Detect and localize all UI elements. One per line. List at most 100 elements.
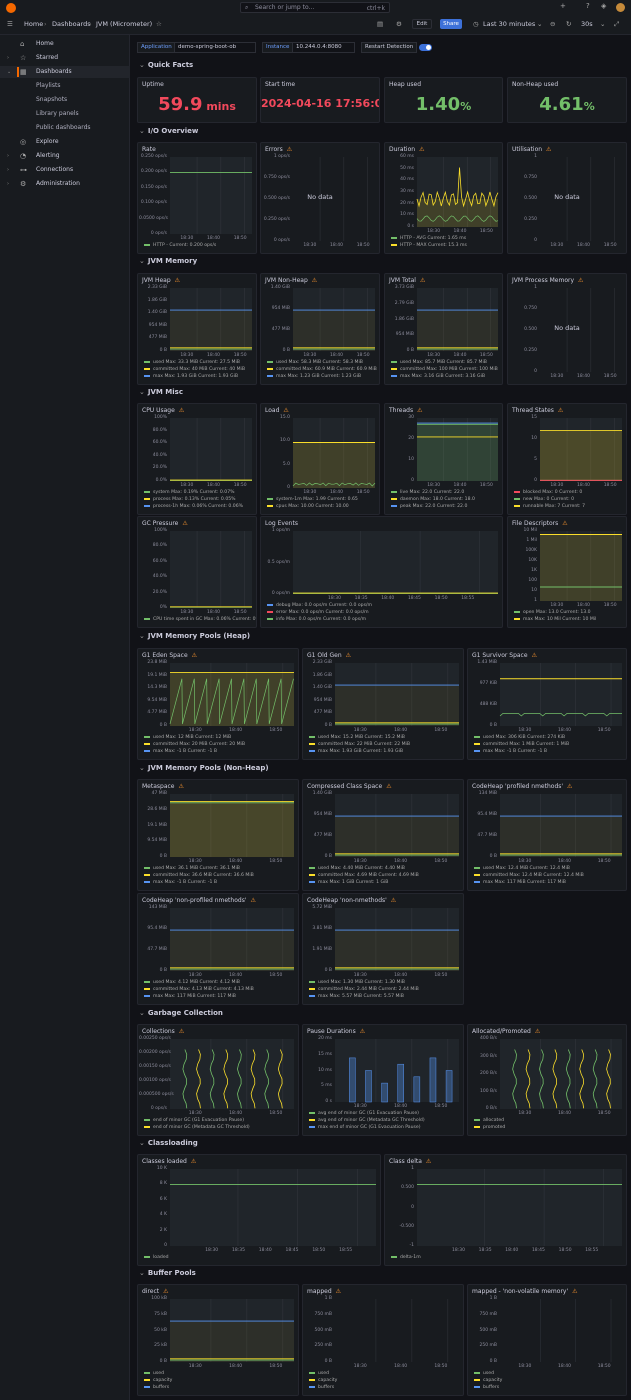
- sidebar-item-alerting[interactable]: › ◔ Alerting: [0, 150, 130, 162]
- time-range-picker[interactable]: Last 30 minutes: [483, 20, 535, 28]
- legend-item[interactable]: buffers: [309, 1385, 334, 1390]
- application-select[interactable]: demo-spring-boot-ob: [174, 42, 256, 53]
- legend-item[interactable]: max end of minor GC (G1 Evacuation Pause…: [309, 1125, 421, 1130]
- legend-item[interactable]: committed Max: 4.13 MiB Current: 4.13 Mi…: [144, 987, 254, 992]
- legend-item[interactable]: max Max: 117 MiB Current: 117 MiB: [474, 880, 566, 885]
- share-button[interactable]: Share: [440, 19, 462, 29]
- row-jvm-memory-pools-heap[interactable]: ⌄ JVM Memory Pools (Heap): [139, 632, 250, 640]
- restart-detection-toggle[interactable]: [419, 44, 432, 51]
- chevron-right-icon[interactable]: ›: [7, 178, 9, 190]
- refresh-icon[interactable]: ↻: [566, 20, 571, 28]
- legend-item[interactable]: committed Max: 12.4 MiB Current: 12.4 Mi…: [474, 873, 584, 878]
- legend-item[interactable]: process-1h Max: 0.06% Current: 0.06%: [144, 504, 243, 509]
- legend-item[interactable]: error Max: 0.0 ops/m Current: 0.0 ops/m: [267, 610, 369, 615]
- legend-item[interactable]: peak Max: 22.0 Current: 22.0: [391, 504, 467, 509]
- panel-jvmheap[interactable]: JVM Heap ⚠ 2.33 GiB 1.86 GiB 1.40 GiB 954 MiB…: [137, 273, 257, 385]
- panel-eden[interactable]: G1 Eden Space ⚠ 23.8 MiB 19.1 MiB 14.3 MiB 9.…: [137, 648, 299, 760]
- chevron-right-icon[interactable]: ›: [7, 52, 9, 64]
- row-io-overview[interactable]: ⌄ I/O Overview: [139, 127, 198, 135]
- legend-item[interactable]: max Max: 117 MiB Current: 117 MiB: [144, 994, 236, 999]
- legend-item[interactable]: used Max: 12.4 MiB Current: 12.4 MiB: [474, 866, 570, 871]
- legend-item[interactable]: avg end of minor GC (G1 Evacuation Pause…: [309, 1111, 419, 1116]
- sidebar-item-playlists[interactable]: Playlists: [0, 80, 130, 92]
- sidebar-item-library-panels[interactable]: Library panels: [0, 108, 130, 120]
- panel-errors[interactable]: Errors ⚠ 1 ops/s 0.750 ops/s 0.500 ops/s 0.25…: [260, 142, 380, 254]
- legend-item[interactable]: blocked Max: 0 Current: 0: [514, 490, 582, 495]
- breadcrumb-home[interactable]: Home: [24, 20, 43, 28]
- row-jvm-misc[interactable]: ⌄ JVM Misc: [139, 388, 183, 396]
- legend-item[interactable]: committed Max: 36.6 MiB Current: 36.6 Mi…: [144, 873, 254, 878]
- kiosk-icon[interactable]: ⤢: [614, 20, 619, 29]
- panel-oldgen[interactable]: G1 Old Gen ⚠ 2.33 GiB 1.86 GiB 1.40 GiB 954 M…: [302, 648, 464, 760]
- row-jvm-memory-pools-nonheap[interactable]: ⌄ JVM Memory Pools (Non-Heap): [139, 764, 269, 772]
- legend-item[interactable]: max Max: -1 B Current: -1 B: [144, 880, 217, 885]
- chevron-right-icon[interactable]: ›: [7, 164, 9, 176]
- legend-item[interactable]: used: [309, 1371, 329, 1376]
- instance-select[interactable]: 10.244.0.4:8080: [292, 42, 355, 53]
- panel-load[interactable]: Load ⚠ 15.0 10.0 5.0 0 18:30 18:40 18:50 system-1…: [260, 403, 380, 515]
- panel-heap-used[interactable]: Heap used 1.40%: [384, 77, 503, 123]
- panel-threads[interactable]: Threads ⚠ 30 20 10 0 18:30 18:40 18:50 live Max: …: [384, 403, 503, 515]
- legend-item[interactable]: used Max: 15.2 MiB Current: 15.2 MiB: [309, 735, 405, 740]
- legend-item[interactable]: used Max: 4.40 MiB Current: 4.40 MiB: [309, 866, 405, 871]
- sidebar-item-explore[interactable]: ◎ Explore: [0, 136, 130, 148]
- legend-item[interactable]: used Max: 1.30 MiB Current: 1.30 MiB: [309, 980, 405, 985]
- legend-item[interactable]: committed Max: 60.9 MiB Current: 60.9 Mi…: [267, 367, 377, 372]
- legend-item[interactable]: committed Max: 1 MiB Current: 1 MiB: [474, 742, 569, 747]
- legend-item[interactable]: live Max: 22.0 Current: 22.0: [391, 490, 464, 495]
- panel-alloc[interactable]: Allocated/Promoted ⚠ 400 B/s 300 B/s 200 B/s…: [467, 1024, 627, 1136]
- legend-item[interactable]: max Max: 10 Mil Current: 10 Mil: [514, 617, 596, 622]
- chevron-down-icon[interactable]: ⌄: [7, 66, 11, 78]
- panel-rate[interactable]: Rate 0.250 ops/s 0.200 ops/s 0.150 ops/s 0.1…: [137, 142, 257, 254]
- legend-item[interactable]: used: [144, 1371, 164, 1376]
- panel-duration[interactable]: Duration ⚠ 60 ms 50 ms 40 ms 30 ms 20 ms 10 ms 0…: [384, 142, 503, 254]
- legend-item[interactable]: used Max: 12 MiB Current: 12 MiB: [144, 735, 231, 740]
- legend-item[interactable]: committed Max: 40 MiB Current: 40 MiB: [144, 367, 245, 372]
- panel-logev[interactable]: Log Events 1 ops/m 0.5 ops/m 0 ops/m 18:30 18…: [260, 516, 503, 628]
- chevron-down-icon[interactable]: ⌄: [600, 20, 605, 28]
- panel-tstates[interactable]: Thread States ⚠ 15 10 5 0 18:30 18:40 18:50 block…: [507, 403, 627, 515]
- panel-classdelta[interactable]: Class delta ⚠ 1 0.500 0 -0.500 -1 18:30 18:35 18:…: [384, 1154, 627, 1266]
- legend-item[interactable]: end of minor GC (G1 Evacuation Pause): [144, 1118, 244, 1123]
- legend-item[interactable]: max Max: 1.93 GiB Current: 1.93 GiB: [144, 374, 238, 379]
- panel-jvmproc[interactable]: JVM Process Memory ⚠ 1 0.750 0.500 0.250 0 18:3…: [507, 273, 627, 385]
- legend-item[interactable]: max Max: 1.93 GiB Current: 1.93 GiB: [309, 749, 403, 754]
- legend-item[interactable]: HTTP - MAX Current: 15.3 ms: [391, 243, 467, 248]
- panel-jvmnonheap[interactable]: JVM Non-Heap ⚠ 1.40 GiB 954 MiB 477 MiB 0 B 18…: [260, 273, 380, 385]
- legend-item[interactable]: system-1m Max: 1.99 Current: 0.65: [267, 497, 358, 502]
- refresh-interval-picker[interactable]: 30s: [581, 20, 593, 28]
- legend-item[interactable]: capacity: [474, 1378, 502, 1383]
- panel-fdesc[interactable]: File Descriptors ⚠ 10 Mil 1 Mil 100K 10K 1K 100…: [507, 516, 627, 628]
- help-icon[interactable]: ?: [586, 2, 590, 10]
- row-jvm-memory[interactable]: ⌄ JVM Memory: [139, 257, 197, 265]
- panel-chnon[interactable]: CodeHeap 'non-nmethods' ⚠ 5.72 MiB 3.81 MiB…: [302, 893, 464, 1005]
- panel-mapped[interactable]: mapped ⚠ 1 B 750 mB 500 mB 250 mB 0 B 18:30 18:4…: [302, 1284, 464, 1396]
- row-buffer-pools[interactable]: ⌄ Buffer Pools: [139, 1269, 196, 1277]
- panel-cpu[interactable]: CPU Usage ⚠ 100% 80.0% 60.0% 40.0% 20.0% 0.0% 18…: [137, 403, 257, 515]
- row-classloading[interactable]: ⌄ Classloading: [139, 1139, 198, 1147]
- legend-item[interactable]: used: [474, 1371, 494, 1376]
- chevron-right-icon[interactable]: ›: [7, 150, 9, 162]
- legend-item[interactable]: daemon Max: 18.0 Current: 18.0: [391, 497, 475, 502]
- sidebar-item-connections[interactable]: › ⊶ Connections: [0, 164, 130, 176]
- panel-jvmtotal[interactable]: JVM Total ⚠ 3.73 GiB 2.79 GiB 1.86 GiB 954 Mi…: [384, 273, 503, 385]
- legend-item[interactable]: cpus Max: 10.00 Current: 10.00: [267, 504, 349, 509]
- legend-item[interactable]: used Max: 306 KiB Current: 274 KiB: [474, 735, 565, 740]
- panel-chnonprof[interactable]: CodeHeap 'non-profiled nmethods' ⚠ 143 MiB…: [137, 893, 299, 1005]
- panel-start-time[interactable]: Start time 2024-04-16 17:56:04: [260, 77, 380, 123]
- legend-item[interactable]: delta-1m: [391, 1255, 421, 1260]
- row-garbage-collection[interactable]: ⌄ Garbage Collection: [139, 1009, 223, 1017]
- panel-gcp[interactable]: GC Pressure ⚠ 100% 80.0% 60.0% 40.0% 20.0% 0% 18…: [137, 516, 257, 628]
- sidebar-item-snapshots[interactable]: Snapshots: [0, 94, 130, 106]
- legend-item[interactable]: committed Max: 4.69 MiB Current: 4.69 Mi…: [309, 873, 419, 878]
- legend-item[interactable]: max Max: -1 B Current: -1 B: [474, 749, 547, 754]
- legend-item[interactable]: allocated: [474, 1118, 504, 1123]
- menu-toggle-icon[interactable]: ☰: [7, 20, 13, 28]
- panel-ccs[interactable]: Compressed Class Space ⚠ 1.40 GiB 954 MiB 47…: [302, 779, 464, 891]
- panel-gcpause[interactable]: Pause Durations ⚠ 20 ms 15 ms 10 ms 5 ms 0 s 18…: [302, 1024, 464, 1136]
- legend-item[interactable]: end of minor GC (Metadata GC Threshold): [144, 1125, 250, 1130]
- panel-gccoll[interactable]: Collections ⚠ 0.00250 ops/s 0.00200 ops/s 0.…: [137, 1024, 299, 1136]
- legend-item[interactable]: max Max: 1.23 GiB Current: 1.23 GiB: [267, 374, 361, 379]
- panel-meta[interactable]: Metaspace ⚠ 47 MiB 28.6 MiB 19.1 MiB 9.54 MiB…: [137, 779, 299, 891]
- legend-item[interactable]: max Max: 5.57 MiB Current: 5.57 MiB: [309, 994, 404, 999]
